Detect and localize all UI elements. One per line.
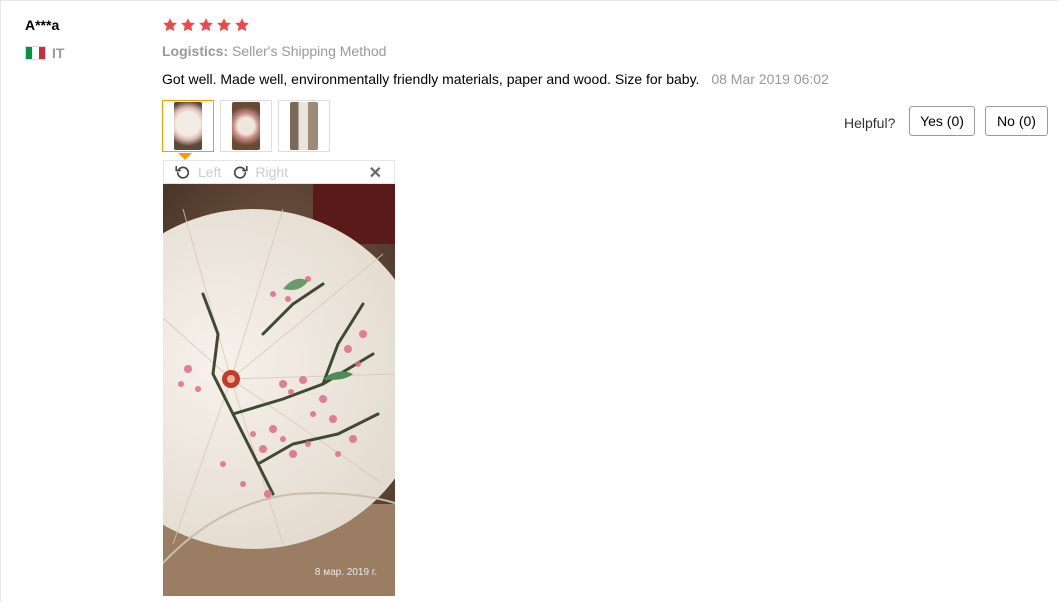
reviewer-country: IT — [25, 45, 64, 61]
rotate-right-button[interactable]: Right — [231, 163, 288, 181]
review-body: Got well. Made well, environmentally fri… — [162, 71, 829, 87]
helpful-label: Helpful? — [844, 115, 896, 131]
italy-flag-icon — [25, 46, 46, 60]
umbrella-photo-thumbnail — [290, 102, 318, 150]
rotate-right-label: Right — [255, 164, 289, 180]
star-icon — [217, 18, 231, 32]
star-icon — [235, 18, 249, 32]
photo-date-stamp: 8 мар. 2019 г. — [314, 567, 377, 578]
review-card: A***a IT Logistics: Seller's Shipping Me… — [0, 0, 1058, 602]
star-icon — [163, 18, 177, 32]
country-code: IT — [52, 45, 65, 61]
logistics-info: Logistics: Seller's Shipping Method — [162, 43, 386, 59]
review-text: Got well. Made well, environmentally fri… — [162, 71, 700, 87]
umbrella-photo-thumbnail — [174, 102, 202, 150]
image-viewer-toolbar: Left Right ✕ — [163, 160, 395, 184]
helpful-yes-button[interactable]: Yes (0) — [909, 106, 975, 136]
rotate-left-icon — [175, 165, 190, 179]
rotate-right-icon — [234, 165, 248, 179]
logistics-value: Seller's Shipping Method — [232, 43, 387, 59]
reviewer-name: A***a — [25, 17, 60, 33]
umbrella-photo-thumbnail — [232, 102, 260, 150]
umbrella-photo — [163, 184, 395, 596]
rotate-left-label: Left — [198, 164, 222, 180]
rotate-left-button[interactable]: Left — [174, 163, 221, 181]
review-date: 08 Mar 2019 06:02 — [711, 71, 829, 87]
review-thumbnail-3[interactable] — [278, 100, 330, 152]
review-thumbnail-2[interactable] — [220, 100, 272, 152]
review-thumbnails — [162, 100, 330, 152]
close-icon[interactable]: ✕ — [369, 163, 382, 183]
star-icon — [181, 18, 195, 32]
helpful-no-button[interactable]: No (0) — [985, 106, 1048, 136]
review-photo-large: 8 мар. 2019 г. — [163, 184, 395, 596]
review-thumbnail-1[interactable] — [162, 100, 214, 152]
star-icon — [199, 18, 213, 32]
star-rating — [162, 17, 250, 33]
logistics-label: Logistics: — [162, 43, 229, 59]
selected-thumbnail-indicator — [178, 153, 192, 160]
